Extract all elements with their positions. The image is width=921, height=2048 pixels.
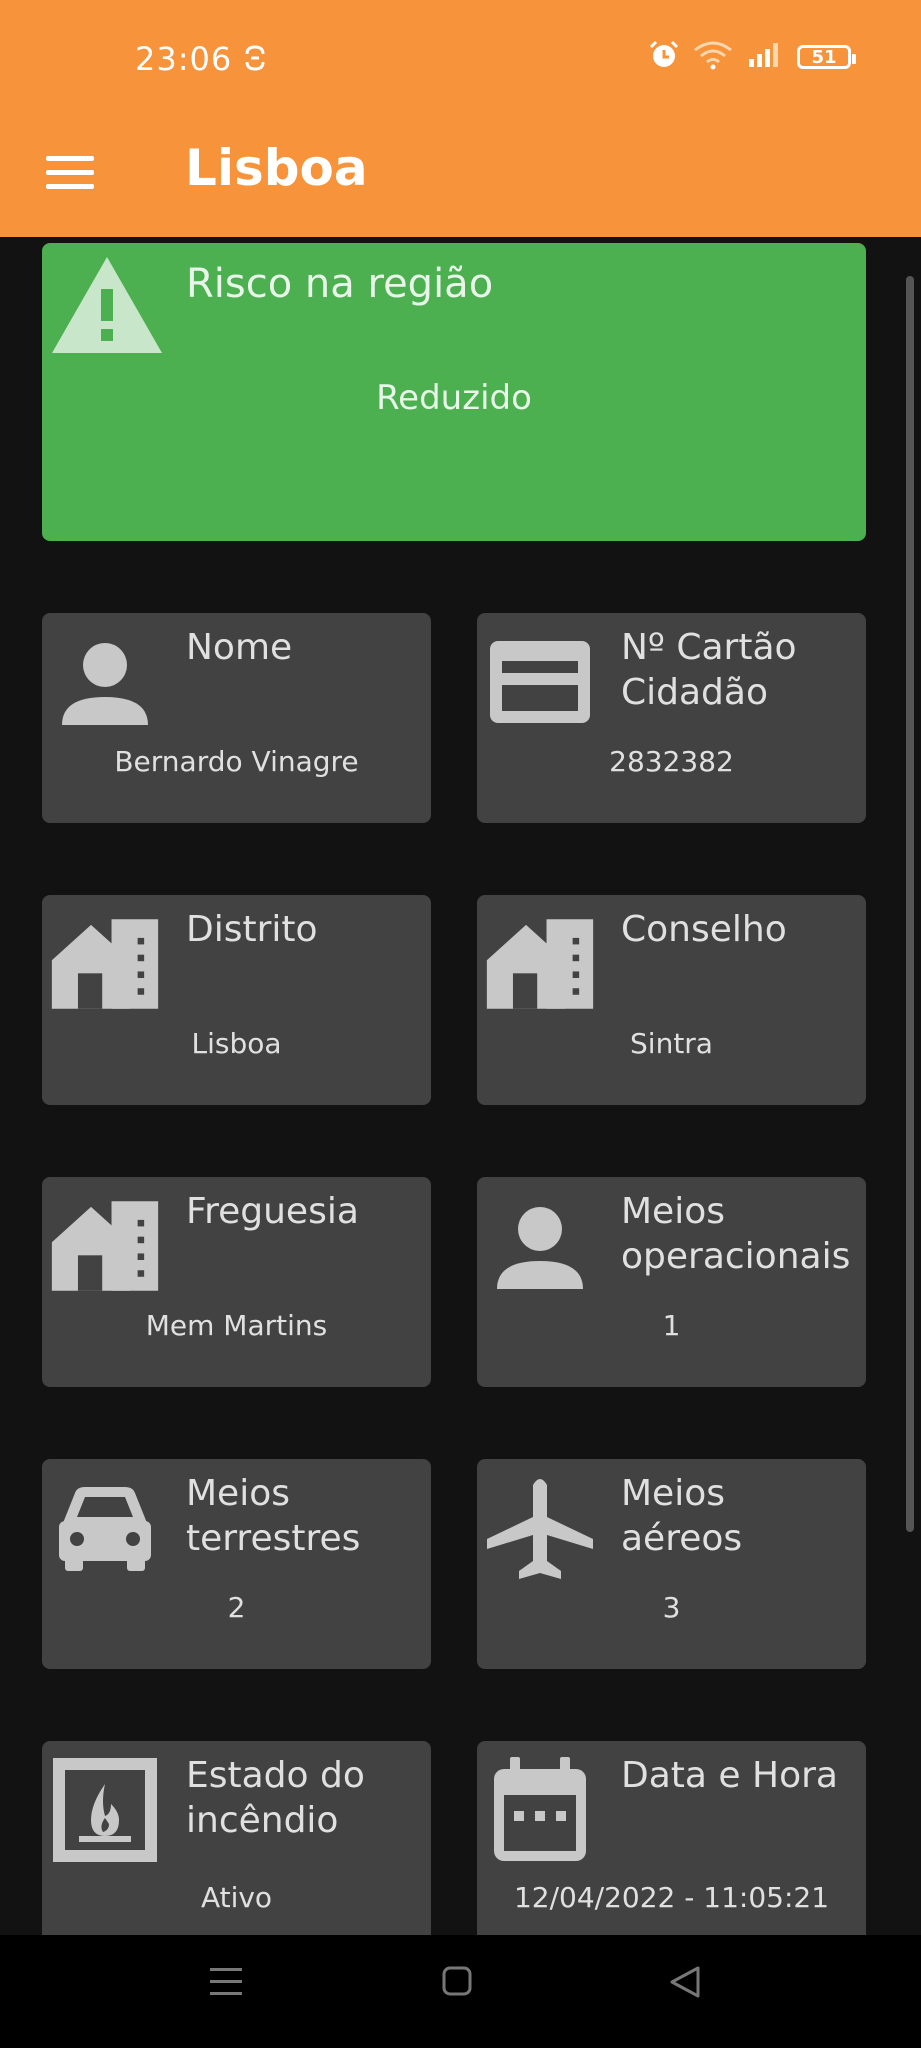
- tile-value: Bernardo Vinagre: [114, 745, 359, 778]
- airplane-icon: [485, 1473, 595, 1583]
- fireplace-icon: [50, 1755, 160, 1865]
- tile-value: 2832382: [609, 745, 734, 778]
- status-icons: 51: [649, 40, 856, 74]
- tile-value: 3: [662, 1591, 681, 1624]
- tile-title: Nº Cartão Cidadão: [621, 627, 797, 713]
- system-nav-bar: [0, 1935, 921, 2048]
- tile-meios-operacionais[interactable]: Meios operacionais 1: [477, 1177, 866, 1387]
- risk-value: Reduzido: [376, 378, 532, 418]
- calendar-icon: [485, 1755, 595, 1865]
- signal-icon: [747, 41, 783, 73]
- tile-value: Sintra: [630, 1027, 713, 1060]
- battery-indicator: 51: [797, 45, 856, 69]
- tile-nome[interactable]: Nome Bernardo Vinagre: [42, 613, 431, 823]
- tile-estado-incendio[interactable]: Estado do incêndio Ativo: [42, 1741, 431, 1951]
- wifi-icon: [693, 40, 733, 74]
- sync-icon: [244, 44, 266, 76]
- tile-value: Ativo: [200, 1881, 273, 1914]
- tile-title: Meios operacionais: [621, 1191, 851, 1277]
- tile-title: Estado do incêndio: [186, 1755, 365, 1841]
- tile-title: Meios aéreos: [621, 1473, 743, 1559]
- risk-title: Risco na região: [186, 261, 494, 307]
- back-button[interactable]: [668, 1965, 702, 2003]
- app-bar: Lisboa: [0, 117, 921, 237]
- buildings-icon: [50, 1191, 160, 1301]
- scrollbar[interactable]: [906, 276, 914, 1532]
- status-time: 23:06: [135, 40, 233, 78]
- tile-title: Nome: [186, 627, 293, 668]
- status-bar: 23:06 51: [0, 0, 921, 117]
- risk-card: Risco na região Reduzido: [42, 243, 866, 541]
- warning-icon: [48, 253, 166, 361]
- buildings-icon: [485, 909, 595, 1019]
- person-icon: [50, 627, 160, 737]
- tile-cartao-cidadao[interactable]: Nº Cartão Cidadão 2832382: [477, 613, 866, 823]
- tile-conselho[interactable]: Conselho Sintra: [477, 895, 866, 1105]
- tile-meios-terrestres[interactable]: Meios terrestres 2: [42, 1459, 431, 1669]
- recent-apps-button[interactable]: [208, 1965, 244, 2003]
- page-title: Lisboa: [185, 139, 368, 197]
- tile-freguesia[interactable]: Freguesia Mem Martins: [42, 1177, 431, 1387]
- tile-meios-aereos[interactable]: Meios aéreos 3: [477, 1459, 866, 1669]
- tile-title: Freguesia: [186, 1191, 359, 1232]
- tile-value: 2: [227, 1591, 246, 1624]
- buildings-icon: [50, 909, 160, 1019]
- tile-distrito[interactable]: Distrito Lisboa: [42, 895, 431, 1105]
- tile-title: Distrito: [186, 909, 318, 950]
- home-button[interactable]: [441, 1965, 473, 2001]
- id-card-icon: [485, 627, 595, 737]
- tile-title: Conselho: [621, 909, 787, 950]
- tile-value: 12/04/2022 - 11:05:21: [513, 1881, 830, 1914]
- tile-title: Meios terrestres: [186, 1473, 361, 1559]
- tile-value: 1: [662, 1309, 681, 1342]
- person-icon: [485, 1191, 595, 1301]
- tile-title: Data e Hora: [621, 1755, 838, 1796]
- tile-data-hora[interactable]: Data e Hora 12/04/2022 - 11:05:21: [477, 1741, 866, 1951]
- menu-button[interactable]: [46, 147, 96, 197]
- car-icon: [50, 1473, 160, 1583]
- alarm-icon: [649, 40, 679, 74]
- tile-value: Mem Martins: [145, 1309, 328, 1342]
- tile-value: Lisboa: [191, 1027, 282, 1060]
